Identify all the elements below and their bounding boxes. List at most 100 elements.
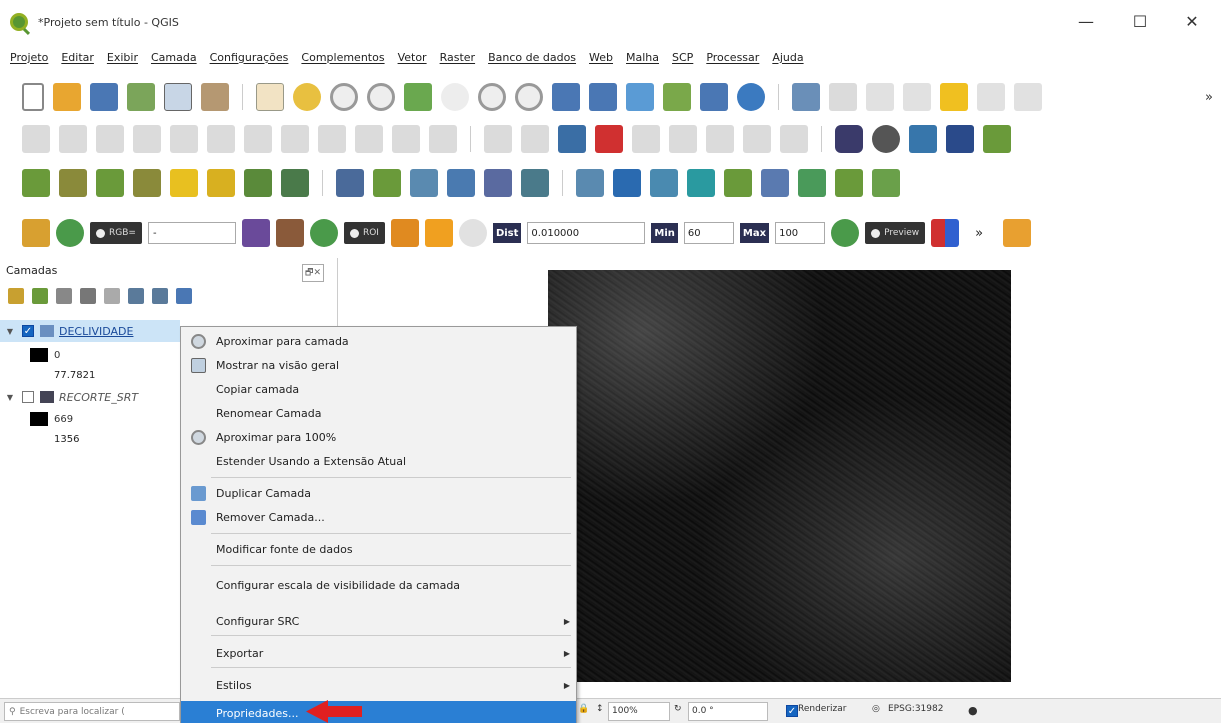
add-gpx-icon[interactable] [835, 169, 863, 197]
change-label-icon[interactable] [706, 125, 734, 153]
copy-features-icon[interactable] [318, 125, 346, 153]
menu-item-zoom-to-layer[interactable]: Aproximar para camada [181, 329, 576, 353]
rotate-label-icon[interactable] [669, 125, 697, 153]
menu-processar[interactable]: Processar [706, 51, 759, 64]
menu-complementos[interactable]: Complementos [301, 51, 384, 64]
print-layout-icon[interactable] [164, 83, 192, 111]
add-wcs-icon[interactable] [336, 169, 364, 197]
menu-item-set-crs[interactable]: Configurar SRC ▶ [181, 609, 576, 633]
add-arcgis-icon[interactable] [724, 169, 752, 197]
zoom-native-icon[interactable] [515, 83, 543, 111]
scp-dock-icon[interactable] [22, 219, 50, 247]
messages-icon[interactable]: ● [968, 704, 978, 717]
save-as-icon[interactable] [127, 83, 155, 111]
menu-item-styles[interactable]: Estilos ▶ [181, 673, 576, 697]
rgb-combo[interactable]: - [147, 222, 236, 244]
locator-search-input[interactable]: ⚲ Escreva para localizar ( [4, 702, 180, 721]
vertex-tool-icon[interactable] [170, 125, 198, 153]
zoom-full-icon[interactable] [404, 83, 432, 111]
scp-band-set-icon[interactable] [241, 219, 270, 247]
menu-ajuda[interactable]: Ajuda [772, 51, 803, 64]
scp-zoom-icon[interactable] [56, 219, 84, 247]
close-button[interactable]: ✕ [1172, 8, 1212, 36]
menu-projeto[interactable]: Projeto [10, 51, 48, 64]
filter-expression-icon[interactable] [104, 288, 120, 304]
menu-vetor[interactable]: Vetor [398, 51, 427, 64]
pin-label-icon[interactable] [521, 125, 549, 153]
toggle-editing-icon[interactable] [59, 125, 87, 153]
statistics-icon[interactable] [1014, 83, 1042, 111]
layer-item-declividade[interactable]: ▼ ✓ DECLIVIDADE [0, 320, 180, 342]
current-edits-icon[interactable] [22, 125, 50, 153]
scp-signature-icon[interactable] [275, 219, 304, 247]
refresh-icon[interactable] [737, 83, 765, 111]
preview-toggle[interactable]: Preview [865, 222, 926, 244]
add-delimited-icon[interactable] [373, 169, 401, 197]
max-input[interactable]: 100 [775, 222, 826, 244]
expand-all-icon[interactable] [128, 288, 144, 304]
roi-toggle[interactable]: ROI [343, 222, 385, 244]
style-manager-icon[interactable] [201, 83, 229, 111]
menu-scp[interactable]: SCP [672, 51, 693, 64]
bookmark-icon[interactable] [663, 83, 691, 111]
identify-icon[interactable] [792, 83, 820, 111]
layer-visibility-checkbox[interactable]: ✓ [22, 325, 34, 337]
scp-add-roi-icon[interactable] [424, 219, 453, 247]
redo-icon[interactable] [429, 125, 457, 153]
python-console-icon[interactable] [909, 125, 937, 153]
style-panel-icon[interactable] [8, 288, 24, 304]
remove-layer-icon[interactable] [176, 288, 192, 304]
plugin-icon[interactable] [983, 125, 1011, 153]
render-checkbox[interactable]: ✓ [786, 705, 798, 717]
collapse-arrow-icon[interactable]: ▼ [4, 393, 16, 402]
data-source-manager-icon[interactable] [22, 169, 50, 197]
modify-attributes-icon[interactable] [207, 125, 235, 153]
manage-themes-icon[interactable] [56, 288, 72, 304]
open-project-icon[interactable] [53, 83, 81, 111]
menu-exibir[interactable]: Exibir [107, 51, 138, 64]
menu-configuracoes[interactable]: Configurações [210, 51, 289, 64]
crs-button[interactable]: EPSG:31982 [888, 704, 943, 714]
scp-rgb-toggle[interactable]: RGB= [90, 222, 142, 244]
add-point-cloud-icon[interactable] [687, 169, 715, 197]
add-feature-icon[interactable] [133, 125, 161, 153]
menu-item-stretch-extent[interactable]: Estender Usando a Extensão Atual [181, 449, 576, 473]
menu-item-rename-layer[interactable]: Renomear Camada [181, 401, 576, 425]
add-sensorthings-icon[interactable] [798, 169, 826, 197]
layer-labeling-icon[interactable] [558, 125, 586, 153]
menu-item-show-overview[interactable]: Mostrar na visão geral [181, 353, 576, 377]
lock-scale-icon[interactable]: 🔒 [578, 704, 589, 714]
menu-camada[interactable]: Camada [151, 51, 197, 64]
menu-banco-de-dados[interactable]: Banco de dados [488, 51, 576, 64]
toolbar-overflow-icon[interactable]: » [1205, 90, 1213, 105]
scp-zoom-roi-icon[interactable] [309, 219, 338, 247]
add-postgis-icon[interactable] [207, 169, 235, 197]
map-canvas[interactable] [548, 270, 1011, 682]
new-map-view-icon[interactable] [626, 83, 654, 111]
menu-item-remove-layer[interactable]: Remover Camada... [181, 505, 576, 529]
scp-redo-roi-icon[interactable] [458, 219, 487, 247]
pan-hand-icon[interactable] [256, 83, 284, 111]
layer-item-recorte[interactable]: ▼ RECORTE_SRT [0, 386, 138, 408]
new-virtual-icon[interactable] [576, 169, 604, 197]
cut-features-icon[interactable] [281, 125, 309, 153]
menu-item-zoom-native[interactable]: Aproximar para 100% [181, 425, 576, 449]
dist-input[interactable]: 0.010000 [527, 222, 646, 244]
field-calculator-icon[interactable] [977, 83, 1005, 111]
deselect-icon[interactable] [903, 83, 931, 111]
add-layer-more-icon[interactable] [872, 169, 900, 197]
label-properties-icon[interactable] [780, 125, 808, 153]
scp-zoom-preview-icon[interactable] [831, 219, 860, 247]
zoom-layer-icon[interactable] [478, 83, 506, 111]
add-raster-icon[interactable] [59, 169, 87, 197]
scp-tools-icon[interactable] [1003, 219, 1032, 247]
menu-item-copy-layer[interactable]: Copiar camada [181, 377, 576, 401]
new-temporary-layer-icon[interactable] [521, 169, 549, 197]
scp-icon[interactable] [872, 125, 900, 153]
menu-web[interactable]: Web [589, 51, 613, 64]
move-label-icon[interactable] [632, 125, 660, 153]
delete-selected-icon[interactable] [244, 125, 272, 153]
menu-item-export[interactable]: Exportar ▶ [181, 641, 576, 665]
temporal-icon[interactable] [700, 83, 728, 111]
scp-classification-icon[interactable] [931, 219, 960, 247]
